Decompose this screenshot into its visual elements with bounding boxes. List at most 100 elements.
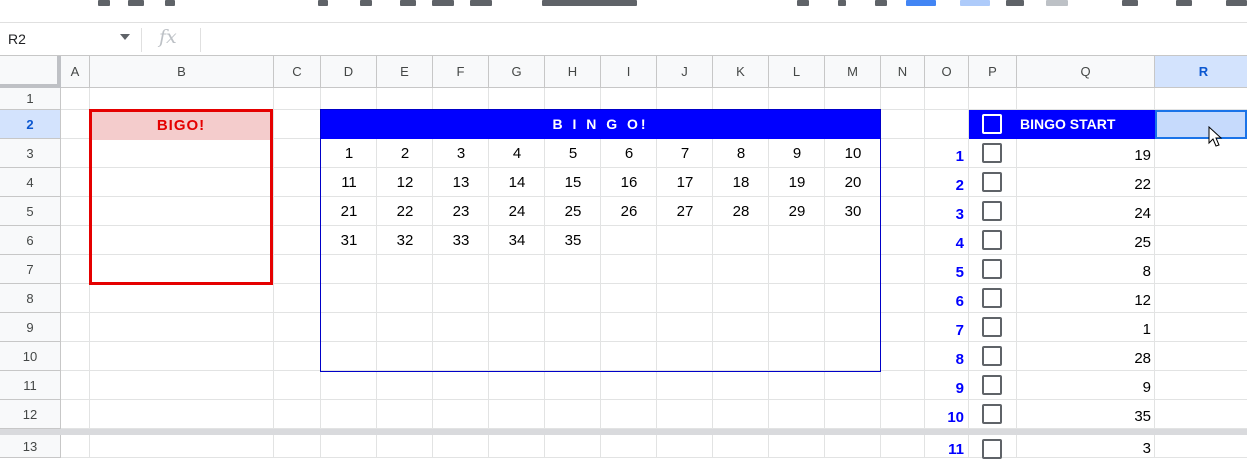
bold-icon[interactable]	[797, 0, 809, 6]
bigo-header[interactable]: BIGO!	[92, 112, 270, 140]
bingo-number-cell[interactable]: 6	[601, 139, 657, 168]
row-header-13[interactable]: 13	[0, 435, 61, 458]
bingo-number-cell[interactable]: 3	[433, 139, 489, 168]
bingo-number-cell[interactable]: 18	[713, 168, 769, 197]
column-header-j[interactable]: J	[657, 56, 713, 88]
more-formats-icon[interactable]	[470, 0, 492, 6]
drawn-number-cell[interactable]: 3	[1017, 437, 1155, 460]
bingo-number-cell[interactable]: 31	[321, 226, 377, 255]
drawn-number-cell[interactable]: 28	[1017, 344, 1155, 373]
borders-icon[interactable]	[1006, 0, 1024, 6]
row-header-6[interactable]: 6	[0, 226, 61, 255]
column-header-m[interactable]: M	[825, 56, 881, 88]
column-header-a[interactable]: A	[61, 56, 90, 88]
drawn-number-cell[interactable]: 19	[1017, 141, 1155, 170]
select-all-corner[interactable]	[0, 56, 61, 88]
column-header-h[interactable]: H	[545, 56, 601, 88]
align-icon[interactable]	[1122, 0, 1138, 6]
row-header-2[interactable]: 2	[0, 110, 61, 139]
text-color-icon[interactable]	[906, 0, 936, 6]
bingo-number-cell[interactable]: 10	[825, 139, 881, 168]
row-header-3[interactable]: 3	[0, 139, 61, 168]
currency-icon[interactable]	[318, 0, 328, 6]
strikethrough-icon[interactable]	[875, 0, 887, 6]
bingo-number-cell[interactable]: 30	[825, 197, 881, 226]
checkbox[interactable]	[982, 201, 1002, 221]
bingo-number-cell[interactable]: 33	[433, 226, 489, 255]
bingo-number-cell[interactable]: 25	[545, 197, 601, 226]
checkbox[interactable]	[982, 288, 1002, 308]
bingo-number-cell[interactable]: 13	[433, 168, 489, 197]
bingo-number-cell[interactable]: 12	[377, 168, 433, 197]
column-header-n[interactable]: N	[881, 56, 925, 88]
bingo-number-cell[interactable]: 29	[769, 197, 825, 226]
bingo-number-cell[interactable]: 32	[377, 226, 433, 255]
decrease-decimal-icon[interactable]	[400, 0, 416, 6]
column-header-e[interactable]: E	[377, 56, 433, 88]
checkbox[interactable]	[982, 172, 1002, 192]
column-header-d[interactable]: D	[321, 56, 377, 88]
column-header-l[interactable]: L	[769, 56, 825, 88]
bingo-number-cell[interactable]: 5	[545, 139, 601, 168]
checkbox[interactable]	[982, 375, 1002, 395]
bingo-number-cell[interactable]: 26	[601, 197, 657, 226]
drawn-number-cell[interactable]: 12	[1017, 286, 1155, 315]
bingo-number-cell[interactable]: 15	[545, 168, 601, 197]
font-select[interactable]	[542, 0, 637, 6]
drawn-number-cell[interactable]: 1	[1017, 315, 1155, 344]
drawn-number-cell[interactable]: 35	[1017, 402, 1155, 431]
row-header-10[interactable]: 10	[0, 342, 61, 371]
bingo-start-checkbox[interactable]	[982, 114, 1002, 134]
drawn-number-cell[interactable]: 9	[1017, 373, 1155, 402]
drawn-number-cell[interactable]: 8	[1017, 257, 1155, 286]
row-header-9[interactable]: 9	[0, 313, 61, 342]
row-header-11[interactable]: 11	[0, 371, 61, 400]
bingo-number-cell[interactable]: 35	[545, 226, 601, 255]
row-header-12[interactable]: 12	[0, 400, 61, 429]
bingo-number-cell[interactable]: 20	[825, 168, 881, 197]
column-header-r[interactable]: R	[1155, 56, 1247, 88]
italic-icon[interactable]	[838, 0, 846, 6]
bingo-number-cell[interactable]: 21	[321, 197, 377, 226]
merge-cells-icon[interactable]	[1046, 0, 1068, 6]
column-header-p[interactable]: P	[969, 56, 1017, 88]
column-header-q[interactable]: Q	[1017, 56, 1155, 88]
checkbox[interactable]	[982, 404, 1002, 424]
bingo-number-cell[interactable]: 14	[489, 168, 545, 197]
bingo-number-cell[interactable]: 24	[489, 197, 545, 226]
valign-icon[interactable]	[1176, 0, 1192, 6]
wrap-icon[interactable]	[1226, 0, 1247, 6]
checkbox[interactable]	[982, 439, 1002, 459]
bingo-number-cell[interactable]: 19	[769, 168, 825, 197]
checkbox[interactable]	[982, 143, 1002, 163]
zoom-icon[interactable]	[165, 0, 175, 6]
selected-cell-r2[interactable]	[1155, 110, 1247, 139]
bingo-number-cell[interactable]: 27	[657, 197, 713, 226]
bingo-number-cell[interactable]: 4	[489, 139, 545, 168]
row-header-5[interactable]: 5	[0, 197, 61, 226]
checkbox[interactable]	[982, 259, 1002, 279]
drawn-number-cell[interactable]: 22	[1017, 170, 1155, 199]
bingo-number-cell[interactable]: 23	[433, 197, 489, 226]
checkbox[interactable]	[982, 230, 1002, 250]
column-header-i[interactable]: I	[601, 56, 657, 88]
column-header-c[interactable]: C	[274, 56, 321, 88]
column-header-o[interactable]: O	[925, 56, 969, 88]
chevron-down-icon[interactable]	[120, 34, 130, 40]
bingo-number-cell[interactable]: 22	[377, 197, 433, 226]
increase-decimal-icon[interactable]	[432, 0, 454, 6]
bingo-number-cell[interactable]: 2	[377, 139, 433, 168]
row-header-7[interactable]: 7	[0, 255, 61, 284]
percent-icon[interactable]	[360, 0, 372, 6]
row-header-8[interactable]: 8	[0, 284, 61, 313]
bingo-number-cell[interactable]: 8	[713, 139, 769, 168]
row-header-1[interactable]: 1	[0, 88, 61, 110]
column-header-k[interactable]: K	[713, 56, 769, 88]
paint-format-icon[interactable]	[128, 0, 144, 6]
drawn-number-cell[interactable]: 24	[1017, 199, 1155, 228]
bingo-number-cell[interactable]: 28	[713, 197, 769, 226]
bingo-number-cell[interactable]: 11	[321, 168, 377, 197]
checkbox[interactable]	[982, 317, 1002, 337]
row-header-4[interactable]: 4	[0, 168, 61, 197]
column-header-f[interactable]: F	[433, 56, 489, 88]
